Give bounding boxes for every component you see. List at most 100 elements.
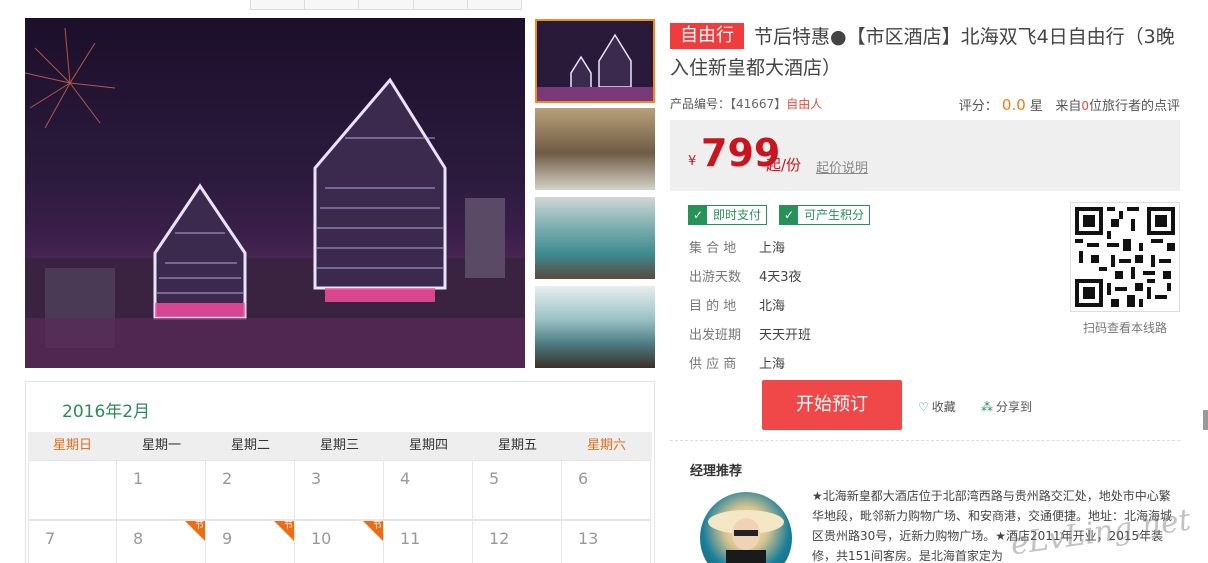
info-departure-schedule: 出发班期 天天开班 [689,324,811,343]
calendar-day[interactable]: 12 [473,520,562,563]
holiday-flag-label: 节 [194,521,204,531]
day-number: 13 [578,529,599,548]
day-number: 9 [222,529,233,548]
product-page: 2016年2月 星期日 星期一 星期二 星期三 星期四 星期五 星期六 1 2 … [0,0,1208,563]
thumbnail-illustration [537,21,653,101]
tag-label: 可产生积分 [804,208,865,222]
info-meeting-point: 集 合 地 上海 [689,237,785,256]
divider [670,440,1180,441]
day-number: 5 [489,469,500,488]
product-code-value: 【41667】 [730,97,787,111]
share-button[interactable]: ⁂ 分享到 [981,398,1032,415]
day-number: 6 [578,469,589,488]
day-number: 2 [222,469,233,488]
toolbar-item[interactable] [251,0,306,9]
day-number: 10 [311,529,332,548]
manager-avatar [700,492,792,563]
calendar-day[interactable]: 9节 [206,520,295,563]
calendar-day[interactable]: 8节 [117,520,206,563]
tag-instant-pay: ✓ 即时支付 [688,205,768,225]
tower-small [153,183,247,320]
heart-icon: ♡ [918,400,929,414]
calendar-day[interactable]: 3 [295,460,384,520]
info-label: 出发班期 [689,328,742,343]
calendar-week-row: 1 2 3 4 5 6 [28,460,652,520]
info-value: 天天开班 [759,328,812,343]
info-value: 北海 [759,299,786,314]
calendar-day[interactable]: 11 [384,520,473,563]
product-code-type: 自由人 [786,97,823,111]
main-photo[interactable] [25,18,525,368]
qr-code [1070,202,1180,312]
rating-label: 评分： [958,99,998,114]
rating-score: 0.0 [1001,96,1026,114]
rating-unit: 星 [1029,99,1043,114]
calendar-day[interactable]: 5 [473,460,562,520]
product-type-badge: 自由行 [670,23,744,49]
calendar-day[interactable]: 7 [28,520,117,563]
day-number: 12 [489,529,510,548]
info-destination: 目 的 地 北海 [689,295,785,314]
calendar-day[interactable]: 4 [384,460,473,520]
favorite-label: 收藏 [931,400,956,414]
tag-label: 即时支付 [713,208,762,222]
favorite-button[interactable]: ♡ 收藏 [918,398,956,415]
info-value: 4天3夜 [759,270,802,285]
info-value: 上海 [759,241,786,256]
reviews-prefix: 来自 [1055,99,1082,114]
calendar-day[interactable]: 2 [206,460,295,520]
thumbnail-1[interactable] [535,19,655,103]
info-label: 集 合 地 [689,241,737,256]
info-label: 目 的 地 [689,299,737,314]
thumbnail-2[interactable] [535,108,655,190]
calendar-week-row: 7 8节 9节 10 节 11 12 13 [28,520,652,563]
check-icon: ✓ [780,206,798,224]
info-value: 上海 [759,357,786,372]
neon-sign [325,288,435,302]
departure-calendar: 2016年2月 星期日 星期一 星期二 星期三 星期四 星期五 星期六 1 2 … [25,381,655,563]
weekday-sat: 星期六 [586,438,626,453]
day-number: 3 [311,469,322,488]
reviews-count[interactable]: 0 [1081,99,1089,113]
thumbnail-4[interactable] [535,286,655,368]
info-label: 出游天数 [689,270,742,285]
weekday-sun: 星期日 [52,438,92,453]
weekday-wed: 星期三 [319,438,359,453]
day-number: 8 [133,529,144,548]
weekday-tue: 星期二 [230,438,270,453]
toolbar-item[interactable] [359,0,414,9]
thumbnail-3[interactable] [535,197,655,279]
price-box: ¥ 799 起/份 起价说明 [670,120,1180,191]
book-now-button[interactable]: 开始预订 [762,380,902,430]
share-label: 分享到 [996,400,1033,414]
check-icon: ✓ [689,206,707,224]
price-explain-link[interactable]: 起价说明 [816,157,868,176]
neon-sign [155,303,245,317]
qr-code-icon [1075,207,1175,307]
toolbar-item[interactable] [468,0,521,9]
share-icon: ⁂ [981,400,993,414]
scrollbar-edge[interactable] [1203,410,1208,430]
toolbar-item[interactable] [305,0,360,9]
top-toolbar [250,0,522,10]
day-number: 4 [400,469,411,488]
sunglasses [734,530,758,536]
calendar-weekday-header: 星期日 星期一 星期二 星期三 星期四 星期五 星期六 [28,432,652,460]
thumbnail-street [537,87,653,101]
info-duration: 出游天数 4天3夜 [689,266,802,285]
tower-large [313,77,447,290]
holiday-flag-label: 节 [283,521,293,531]
weekday-mon: 星期一 [141,438,181,453]
calendar-day[interactable]: 6 [562,460,651,520]
price-unit: 起/份 [766,156,802,174]
calendar-day[interactable] [28,460,117,520]
product-code-label: 产品编号： [670,97,731,111]
day-number: 1 [133,469,144,488]
toolbar-item[interactable] [414,0,468,9]
calendar-day[interactable]: 10 节 [295,520,384,563]
calendar-day[interactable]: 13 [562,520,651,563]
calendar-day[interactable]: 1 [117,460,206,520]
day-number: 7 [45,529,56,548]
main-photo-illustration [25,27,525,368]
product-title: 节后特惠●【市区酒店】北海双飞4日自由行（3晚入住新皇都大酒店） [670,26,1175,79]
